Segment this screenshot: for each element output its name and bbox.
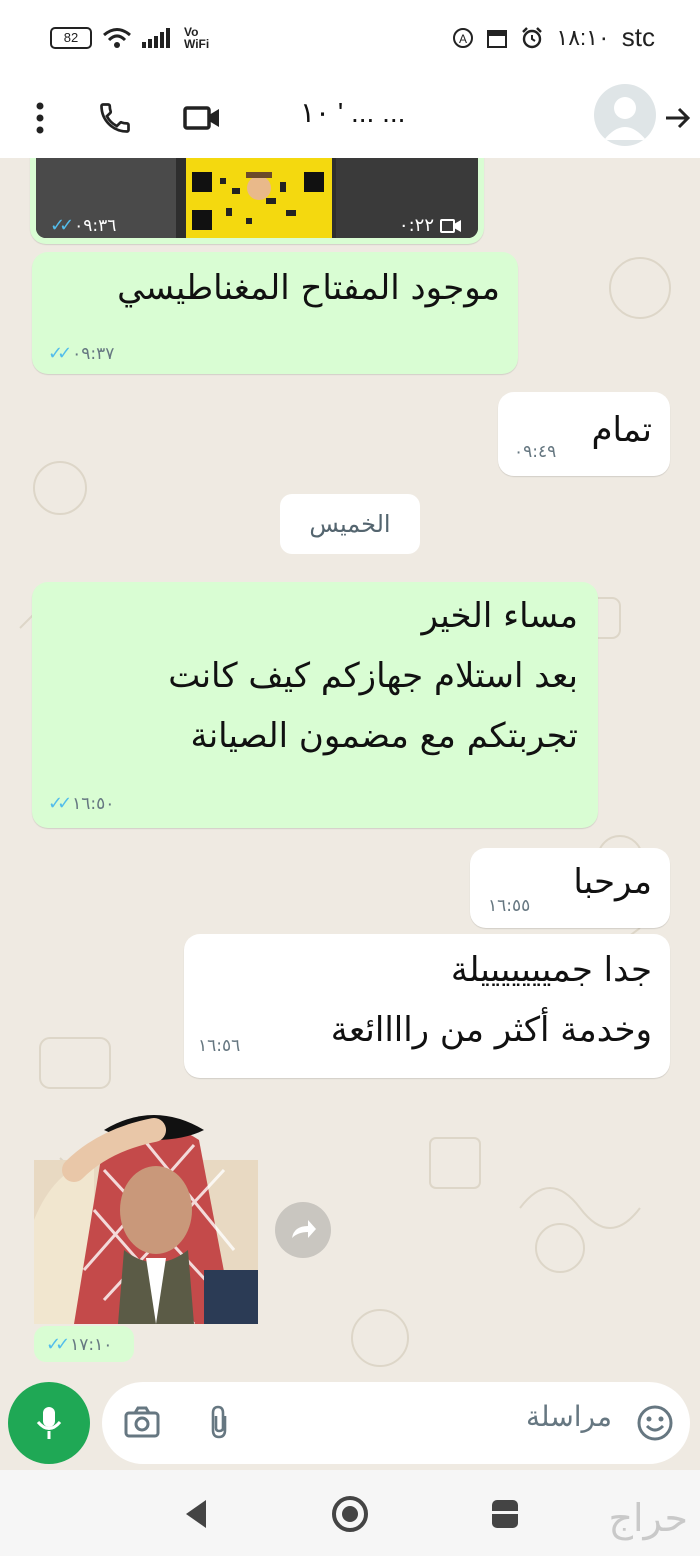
video-camera-icon	[183, 106, 219, 130]
read-ticks-icon: ✓✓	[50, 215, 74, 236]
message-text: تمام	[591, 410, 652, 450]
message-bubble-out[interactable]: مساء الخير بعد استلام جهازكم كيف كانت تج…	[32, 582, 598, 828]
status-bar: 82 Vo WiFi A ١٨:١٠ stc	[0, 0, 700, 78]
message-time: ١٦:٥٥	[488, 896, 531, 916]
voice-call-button[interactable]	[90, 78, 140, 158]
home-circle-icon	[332, 1496, 368, 1532]
message-meta: ✓✓ ١٧:١٠	[46, 1334, 112, 1355]
contact-avatar[interactable]	[594, 84, 656, 146]
message-meta: ٠٩:٤٩	[514, 442, 556, 462]
emoji-button[interactable]	[636, 1404, 674, 1446]
battery-indicator: 82	[50, 27, 92, 49]
default-avatar-icon	[604, 97, 646, 140]
status-right: A ١٨:١٠ stc	[452, 22, 655, 53]
camera-icon	[124, 1406, 160, 1438]
vowifi-label: Vo WiFi	[184, 26, 209, 50]
nav-home-button[interactable]	[330, 1494, 370, 1538]
message-bubble-out[interactable]: موجود المفتاح المغناطيسي ✓✓ ٠٩:٣٧	[32, 252, 518, 374]
forward-icon	[292, 1220, 316, 1238]
read-ticks-icon: ✓✓	[46, 1334, 70, 1355]
menu-button[interactable]	[20, 78, 60, 158]
qr-code	[186, 158, 332, 238]
video-call-button[interactable]	[176, 78, 228, 158]
message-time: ١٦:٥٦	[198, 1036, 241, 1056]
sticker-message[interactable]	[34, 1100, 258, 1325]
message-time: ٠٩:٣٧	[72, 343, 115, 364]
alarm-icon	[522, 26, 543, 48]
message-meta: ✓✓ ١٦:٥٠	[48, 793, 114, 814]
status-left: 82 Vo WiFi	[50, 26, 209, 50]
message-meta: ١٦:٥٥	[488, 896, 530, 916]
video-meta-left: ✓✓ ٠٩:٣٦	[50, 215, 116, 236]
video-message[interactable]: ✓✓ ٠٩:٣٦ ٠:٢٢	[30, 158, 484, 244]
recents-icon	[492, 1500, 518, 1528]
message-time: ٠٩:٣٦	[74, 215, 117, 236]
attach-button[interactable]	[206, 1404, 232, 1444]
read-ticks-icon: ✓✓	[48, 793, 72, 814]
paperclip-icon	[211, 1405, 227, 1439]
chat-header: ١٠ ' ... ...	[0, 78, 700, 158]
haraj-watermark: حراج	[608, 1496, 688, 1540]
video-small-icon	[440, 218, 461, 233]
message-text-block: جدا جميييييييلة وخدمة أكثر من راااائعة	[331, 940, 652, 1060]
back-button[interactable]	[660, 78, 696, 158]
phone-icon	[100, 103, 130, 133]
message-text-block: مساء الخير بعد استلام جهازكم كيف كانت تج…	[168, 586, 578, 766]
arrow-right-icon	[666, 107, 691, 129]
camera-button[interactable]	[124, 1406, 160, 1442]
message-line: بعد استلام جهازكم كيف كانت	[168, 656, 578, 696]
message-time: ٠٩:٤٩	[514, 442, 557, 462]
sticker-image	[34, 1115, 258, 1325]
signal-icon	[142, 28, 170, 48]
message-line: تجربتكم مع مضمون الصيانة	[190, 716, 578, 756]
sticker-meta: ✓✓ ١٧:١٠	[34, 1326, 134, 1362]
carrier-label: stc	[621, 22, 655, 52]
read-ticks-icon: ✓✓	[48, 343, 72, 364]
chat-area[interactable]: ✓✓ ٠٩:٣٦ ٠:٢٢ موجود المفتاح المغناطيسي ✓…	[0, 158, 700, 1376]
emoji-icon	[637, 1405, 673, 1441]
wifi-icon	[103, 28, 131, 48]
nav-back-button[interactable]	[182, 1498, 210, 1534]
qr-pattern	[192, 172, 324, 230]
video-meta-right: ٠:٢٢	[399, 215, 462, 236]
message-time: ١٧:١٠	[70, 1334, 113, 1355]
message-line: وخدمة أكثر من راااائعة	[330, 1010, 652, 1050]
triangle-back-icon	[186, 1500, 206, 1528]
message-text: موجود المفتاح المغناطيسي	[117, 268, 500, 308]
mic-button[interactable]	[8, 1382, 90, 1464]
clock: ١٨:١٠	[556, 24, 610, 50]
system-nav-bar	[0, 1470, 700, 1556]
message-line: جدا جميييييييلة	[450, 950, 652, 990]
message-bubble-in[interactable]: جدا جميييييييلة وخدمة أكثر من راااائعة ١…	[184, 934, 670, 1078]
calendar-icon	[487, 29, 508, 48]
more-vert-icon	[36, 102, 44, 134]
contact-name[interactable]: ١٠ ' ... ...	[300, 96, 405, 129]
message-text: مرحبا	[573, 862, 652, 902]
message-input[interactable]: مراسلة	[102, 1382, 690, 1464]
input-placeholder: مراسلة	[526, 1400, 612, 1433]
video-duration: ٠:٢٢	[398, 215, 434, 236]
message-meta: ١٦:٥٦	[198, 1036, 240, 1056]
date-separator: الخميس	[280, 494, 420, 554]
forward-button[interactable]	[275, 1202, 331, 1258]
message-line: مساء الخير	[421, 596, 578, 636]
svg-text:A: A	[459, 32, 467, 46]
input-bar: مراسلة	[0, 1376, 700, 1470]
auto-icon: A	[453, 27, 474, 48]
message-meta: ✓✓ ٠٩:٣٧	[48, 343, 114, 364]
message-bubble-in[interactable]: تمام ٠٩:٤٩	[498, 392, 670, 476]
message-bubble-in[interactable]: مرحبا ١٦:٥٥	[470, 848, 670, 928]
nav-recents-button[interactable]	[488, 1498, 522, 1534]
microphone-icon	[36, 1407, 62, 1439]
vowifi-bottom: WiFi	[184, 37, 210, 51]
message-time: ١٦:٥٠	[72, 793, 115, 814]
